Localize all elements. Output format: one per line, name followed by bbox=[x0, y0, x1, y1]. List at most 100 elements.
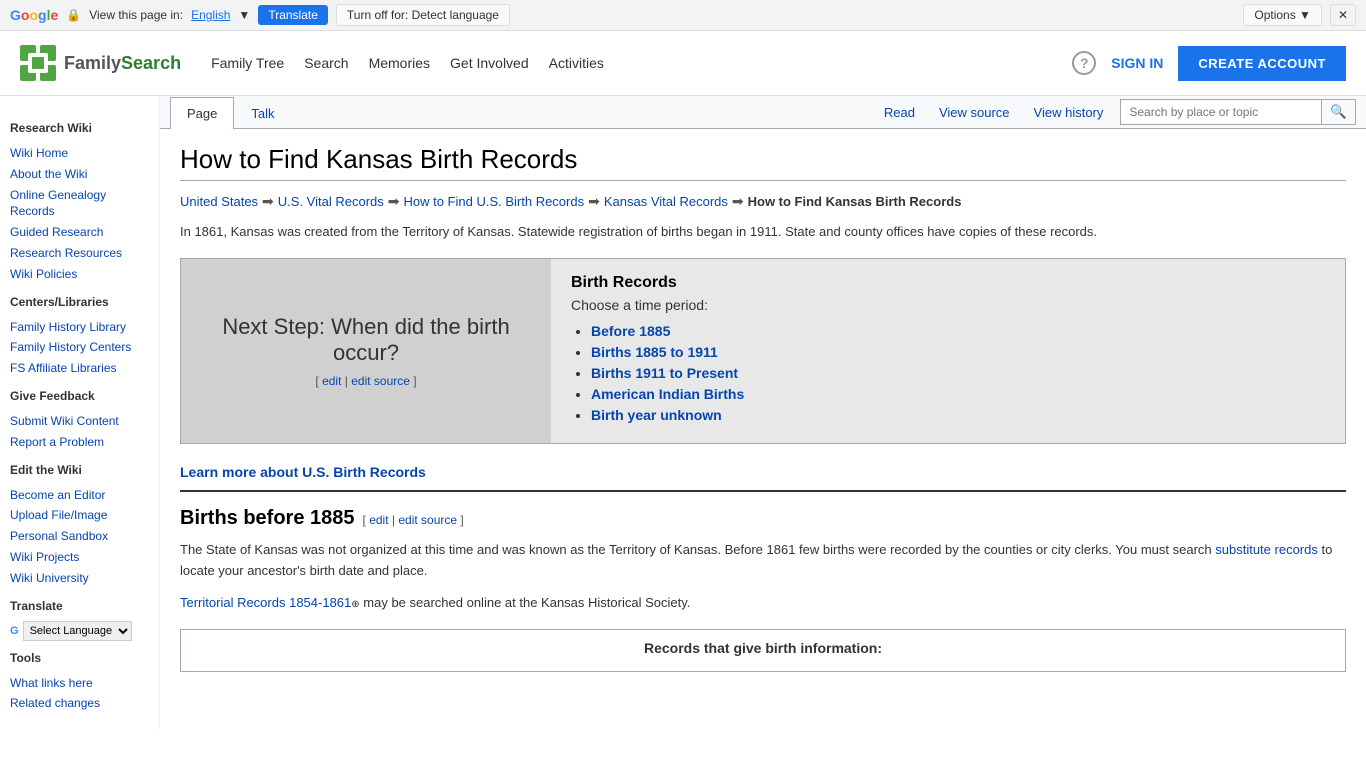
tab-view-history[interactable]: View history bbox=[1022, 97, 1116, 128]
sidebar: Research Wiki Wiki Home About the Wiki O… bbox=[0, 96, 160, 729]
info-box-left: Next Step: When did the birth occur? [ e… bbox=[181, 259, 551, 443]
sidebar-item-online-genealogy[interactable]: Online Genealogy Records bbox=[10, 185, 149, 223]
lock-icon: 🔒 bbox=[66, 8, 81, 22]
info-box-edit-link[interactable]: edit bbox=[322, 374, 341, 388]
main-nav: FamilySearch Family Tree Search Memories… bbox=[0, 31, 1366, 96]
breadcrumb-current: How to Find Kansas Birth Records bbox=[748, 194, 962, 209]
breadcrumb-arrow-3: ➡ bbox=[588, 193, 600, 210]
territorial-records-text: Territorial Records 1854-1861⊕ may be se… bbox=[180, 593, 1346, 614]
options-button[interactable]: Options ▼ bbox=[1243, 4, 1322, 26]
tab-view-source[interactable]: View source bbox=[927, 97, 1022, 128]
logo-link[interactable]: FamilySearch bbox=[20, 45, 181, 81]
nav-get-involved[interactable]: Get Involved bbox=[450, 50, 529, 76]
nav-activities[interactable]: Activities bbox=[549, 50, 604, 76]
territorial-records-suffix: may be searched online at the Kansas His… bbox=[360, 595, 691, 610]
sidebar-item-family-history-centers[interactable]: Family History Centers bbox=[10, 337, 149, 358]
territorial-records-link[interactable]: Territorial Records 1854-1861 bbox=[180, 595, 351, 610]
breadcrumb-us-birth-records[interactable]: How to Find U.S. Birth Records bbox=[403, 194, 584, 209]
tab-talk[interactable]: Talk bbox=[234, 97, 291, 129]
tab-actions: Read View source View history 🔍 bbox=[872, 97, 1356, 128]
view-page-text: View this page in: bbox=[89, 8, 183, 22]
period-birth-year-unknown[interactable]: Birth year unknown bbox=[591, 407, 722, 423]
choose-period-text: Choose a time period: bbox=[571, 297, 1325, 313]
google-g-icon: G bbox=[10, 625, 19, 637]
translate-bar: Google 🔒 View this page in: English▼ Tra… bbox=[0, 0, 1366, 31]
section-divider bbox=[180, 490, 1346, 492]
period-1911-present[interactable]: Births 1911 to Present bbox=[591, 365, 738, 381]
tab-page[interactable]: Page bbox=[170, 97, 234, 129]
tab-read[interactable]: Read bbox=[872, 97, 927, 128]
list-item: Births 1911 to Present bbox=[591, 365, 1325, 381]
content-layout: Research Wiki Wiki Home About the Wiki O… bbox=[0, 96, 1366, 729]
period-1885-1911[interactable]: Births 1885 to 1911 bbox=[591, 344, 718, 360]
close-button[interactable]: ✕ bbox=[1330, 4, 1356, 26]
sidebar-item-what-links-here[interactable]: What links here bbox=[10, 673, 149, 694]
sidebar-item-personal-sandbox[interactable]: Personal Sandbox bbox=[10, 526, 149, 547]
search-tab-area: 🔍 bbox=[1120, 99, 1356, 125]
period-american-indian[interactable]: American Indian Births bbox=[591, 386, 744, 402]
period-before-1885[interactable]: Before 1885 bbox=[591, 323, 670, 339]
nav-right: ? SIGN IN CREATE ACCOUNT bbox=[1072, 46, 1346, 81]
substitute-records-link[interactable]: substitute records bbox=[1215, 542, 1318, 557]
births-text-1: The State of Kansas was not organized at… bbox=[180, 542, 1215, 557]
sidebar-item-wiki-university[interactable]: Wiki University bbox=[10, 568, 149, 589]
sidebar-item-about-wiki[interactable]: About the Wiki bbox=[10, 164, 149, 185]
sidebar-item-wiki-projects[interactable]: Wiki Projects bbox=[10, 547, 149, 568]
section-edit-link[interactable]: edit bbox=[369, 513, 388, 527]
centers-libraries-title: Centers/Libraries bbox=[10, 295, 149, 309]
article-title: How to Find Kansas Birth Records bbox=[180, 144, 1346, 181]
breadcrumb-arrow-1: ➡ bbox=[262, 193, 274, 210]
section-edit-links: [ edit | edit source ] bbox=[363, 513, 464, 527]
sign-in-button[interactable]: SIGN IN bbox=[1111, 55, 1163, 71]
google-logo: Google bbox=[10, 7, 58, 23]
next-step-text: Next Step: When did the birth occur? bbox=[201, 314, 531, 366]
language-select-dropdown[interactable]: Select Language bbox=[23, 621, 132, 641]
info-box-edit-links: [ edit | edit source ] bbox=[201, 374, 531, 388]
translate-title: Translate bbox=[10, 599, 149, 613]
search-input[interactable] bbox=[1121, 101, 1321, 123]
nav-search[interactable]: Search bbox=[304, 50, 348, 76]
sidebar-item-fs-affiliate-libraries[interactable]: FS Affiliate Libraries bbox=[10, 358, 149, 379]
help-icon[interactable]: ? bbox=[1072, 51, 1096, 75]
births-before-1885-heading: Births before 1885 [ edit | edit source … bbox=[180, 507, 1346, 530]
create-account-button[interactable]: CREATE ACCOUNT bbox=[1178, 46, 1346, 81]
info-box-edit-source-link[interactable]: edit source bbox=[351, 374, 410, 388]
give-feedback-title: Give Feedback bbox=[10, 389, 149, 403]
sidebar-item-upload-file[interactable]: Upload File/Image bbox=[10, 505, 149, 526]
sidebar-item-family-history-library[interactable]: Family History Library bbox=[10, 317, 149, 338]
sidebar-item-guided-research[interactable]: Guided Research bbox=[10, 222, 149, 243]
learn-more-section: Learn more about U.S. Birth Records bbox=[180, 464, 1346, 480]
sidebar-item-submit-wiki[interactable]: Submit Wiki Content bbox=[10, 411, 149, 432]
list-item: Before 1885 bbox=[591, 323, 1325, 339]
language-select[interactable]: English bbox=[191, 8, 230, 22]
births-before-1885-title: Births before 1885 bbox=[180, 507, 355, 530]
main-content: Page Talk Read View source View history … bbox=[160, 96, 1366, 729]
translate-button[interactable]: Translate bbox=[258, 5, 328, 25]
sidebar-item-research-resources[interactable]: Research Resources bbox=[10, 243, 149, 264]
section-edit-source-link[interactable]: edit source bbox=[398, 513, 457, 527]
records-box-heading: Records that give birth information: bbox=[196, 640, 1330, 656]
sidebar-item-become-editor[interactable]: Become an Editor bbox=[10, 485, 149, 506]
sidebar-item-wiki-policies[interactable]: Wiki Policies bbox=[10, 264, 149, 285]
search-button[interactable]: 🔍 bbox=[1321, 100, 1355, 124]
research-wiki-title: Research Wiki bbox=[10, 121, 149, 135]
records-box: Records that give birth information: bbox=[180, 629, 1346, 672]
info-box: Next Step: When did the birth occur? [ e… bbox=[180, 258, 1346, 444]
breadcrumb-arrow-2: ➡ bbox=[388, 193, 400, 210]
sidebar-item-related-changes[interactable]: Related changes bbox=[10, 693, 149, 714]
breadcrumb-vital-records[interactable]: U.S. Vital Records bbox=[278, 194, 384, 209]
sidebar-item-report-problem[interactable]: Report a Problem bbox=[10, 432, 149, 453]
tools-title: Tools bbox=[10, 651, 149, 665]
nav-memories[interactable]: Memories bbox=[369, 50, 430, 76]
familysearch-logo-icon bbox=[20, 45, 56, 81]
breadcrumb: United States ➡ U.S. Vital Records ➡ How… bbox=[180, 193, 1346, 210]
births-before-1885-text: The State of Kansas was not organized at… bbox=[180, 540, 1346, 582]
info-box-right: Birth Records Choose a time period: Befo… bbox=[551, 259, 1345, 443]
learn-more-link[interactable]: Learn more about U.S. Birth Records bbox=[180, 464, 426, 480]
nav-family-tree[interactable]: Family Tree bbox=[211, 50, 284, 76]
sidebar-item-wiki-home[interactable]: Wiki Home bbox=[10, 143, 149, 164]
external-link-icon: ⊕ bbox=[351, 599, 359, 610]
breadcrumb-usa[interactable]: United States bbox=[180, 194, 258, 209]
turnoff-button[interactable]: Turn off for: Detect language bbox=[336, 4, 510, 26]
breadcrumb-kansas-vital[interactable]: Kansas Vital Records bbox=[604, 194, 728, 209]
